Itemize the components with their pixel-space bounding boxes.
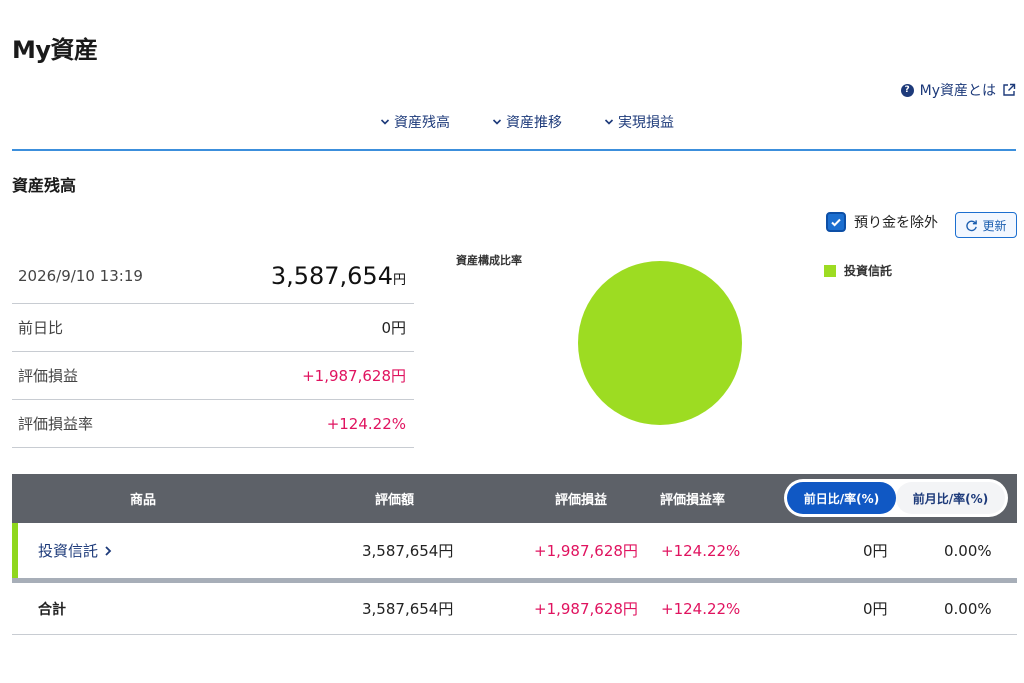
chart-legend: 投資信託 — [824, 262, 892, 279]
help-link[interactable]: ? My資産とは — [900, 80, 1016, 100]
comparison-toggle: 前日比/率(%) 前月比/率(%) — [784, 479, 1008, 517]
anchor-realized[interactable]: 実現損益 — [604, 112, 674, 132]
anchor-nav: 資産残高 資産推移 実現損益 — [0, 112, 1024, 132]
header-gain: 評価損益 — [555, 493, 608, 508]
refresh-button[interactable]: 更新 — [955, 212, 1017, 238]
summary-label: 評価損益 — [18, 367, 79, 385]
exclude-deposit-checkbox[interactable] — [826, 212, 846, 232]
toggle-month-change[interactable]: 前月比/率(%) — [896, 482, 1005, 514]
anchor-label: 資産残高 — [394, 115, 450, 131]
toggle-day-change[interactable]: 前日比/率(%) — [787, 482, 896, 514]
header-gain-rate: 評価損益率 — [660, 493, 726, 508]
chevron-down-icon — [492, 119, 502, 125]
row-gain: +1,987,628円 — [534, 542, 638, 560]
total-label: 合計 — [38, 601, 66, 618]
total-assets: 3,587,654円 — [271, 262, 406, 290]
legend-swatch — [824, 264, 836, 277]
summary-label: 前日比 — [18, 319, 64, 337]
summary-total-row: 2026/9/10 13:19 3,587,654円 — [12, 248, 414, 304]
total-valuation: 3,587,654円 — [362, 600, 454, 618]
anchor-balance[interactable]: 資産残高 — [380, 112, 450, 132]
row-diff-rate: 0.00% — [944, 541, 992, 560]
question-icon: ? — [900, 83, 914, 97]
row-gain-rate: +124.22% — [661, 541, 741, 560]
refresh-icon — [966, 219, 978, 231]
summary-label: 評価損益率 — [18, 415, 94, 433]
header-valuation: 評価額 — [375, 493, 415, 508]
section-title: 資産残高 — [12, 176, 77, 195]
summary-panel: 2026/9/10 13:19 3,587,654円 前日比 0円 評価損益 +… — [12, 248, 414, 448]
check-icon — [831, 218, 841, 227]
chart-title: 資産構成比率 — [456, 254, 522, 267]
anchor-label: 資産推移 — [506, 115, 562, 131]
anchor-label: 実現損益 — [618, 115, 674, 131]
external-link-icon — [1003, 83, 1016, 96]
total-gain-rate: +124.22% — [661, 599, 741, 618]
total-diff: 0円 — [863, 600, 888, 618]
row-diff: 0円 — [863, 542, 888, 560]
pie-slice-投資信託 — [578, 261, 742, 425]
page-title: My資産 — [12, 36, 98, 64]
row-valuation: 3,587,654円 — [362, 542, 454, 560]
help-link-label: My資産とは — [919, 83, 996, 99]
legend-label: 投資信託 — [844, 264, 893, 278]
total-diff-rate: 0.00% — [944, 599, 992, 618]
summary-row-daychange: 前日比 0円 — [12, 304, 414, 352]
refresh-label: 更新 — [982, 218, 1007, 233]
total-gain: +1,987,628円 — [534, 600, 638, 618]
summary-row-gain-rate: 評価損益率 +124.22% — [12, 400, 414, 448]
summary-value: 0円 — [381, 319, 406, 337]
summary-value: +1,987,628円 — [302, 367, 406, 385]
as-of-datetime: 2026/9/10 13:19 — [18, 266, 143, 285]
exclude-deposit-toggle[interactable]: 預り金を除外 — [826, 212, 938, 232]
fund-link[interactable]: 投資信託 — [38, 540, 112, 561]
holdings-table: 商品 評価額 評価損益 評価損益率 前日比/率(%) 前月比/率(%) 投資信託… — [12, 474, 1017, 635]
summary-value: +124.22% — [326, 414, 406, 433]
header-product: 商品 — [130, 493, 157, 508]
chevron-down-icon — [604, 119, 614, 125]
table-row: 投資信託 3,587,654円 +1,987,628円 +124.22% 0円 … — [12, 523, 1017, 578]
exclude-deposit-label: 預り金を除外 — [854, 215, 938, 231]
total-assets-value: 3,587,654 — [270, 261, 393, 290]
anchor-history[interactable]: 資産推移 — [492, 112, 562, 132]
table-total-row: 合計 3,587,654円 +1,987,628円 +124.22% 0円 0.… — [12, 583, 1017, 635]
table-header: 商品 評価額 評価損益 評価損益率 前日比/率(%) 前月比/率(%) — [12, 474, 1017, 523]
chevron-right-icon — [105, 545, 112, 556]
total-assets-unit: 円 — [392, 272, 406, 288]
chevron-down-icon — [380, 119, 390, 125]
asset-allocation-pie — [578, 261, 742, 425]
summary-row-gain: 評価損益 +1,987,628円 — [12, 352, 414, 400]
nav-divider — [12, 149, 1016, 151]
row-product-name: 投資信託 — [38, 542, 99, 560]
